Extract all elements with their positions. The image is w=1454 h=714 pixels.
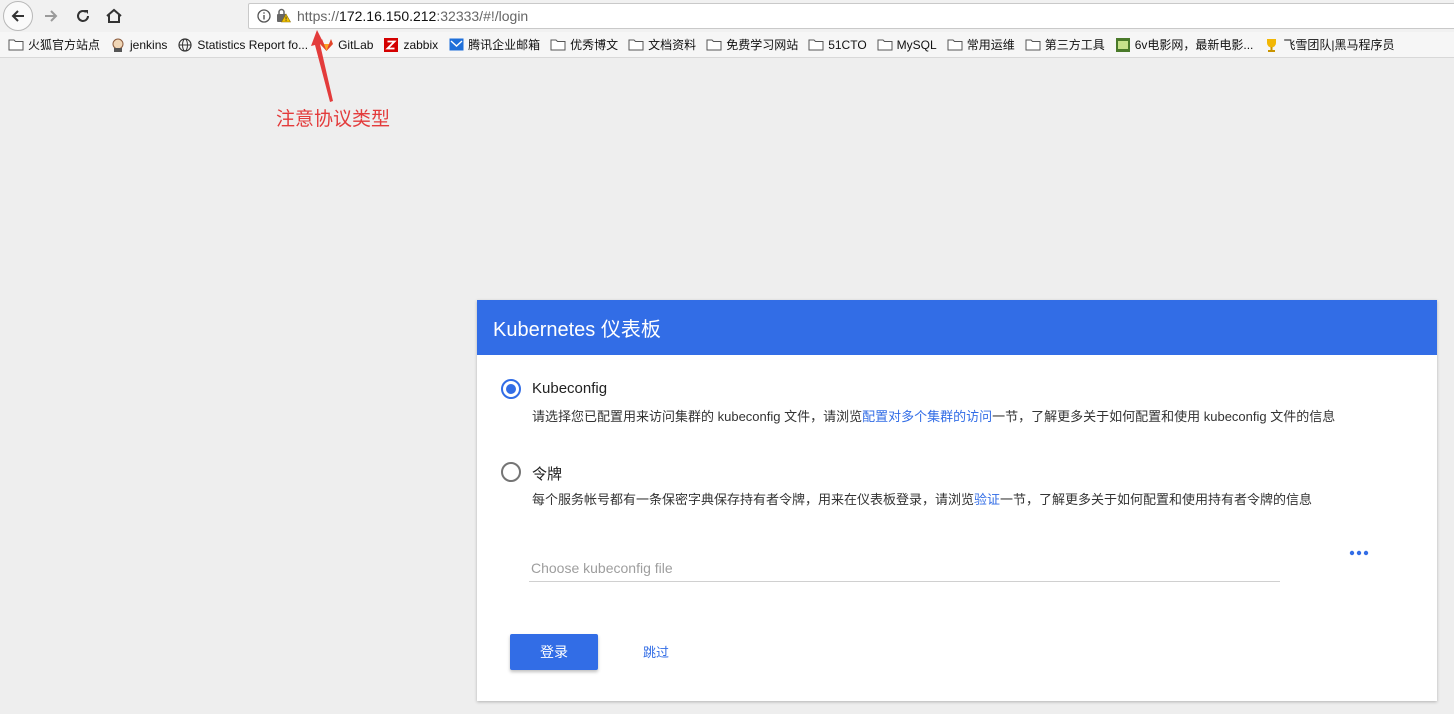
bookmark-item[interactable]: 文档资料 [628, 36, 696, 53]
url-path: :32333/#!/login [436, 8, 529, 24]
jenkins-icon [110, 38, 126, 52]
url-host: 172.16.150.212 [339, 8, 437, 24]
token-help-link[interactable]: 验证 [974, 492, 1000, 507]
folder-icon [628, 38, 644, 52]
bookmark-item[interactable]: 第三方工具 [1025, 36, 1105, 53]
address-bar[interactable]: https://172.16.150.212:32333/#!/login [248, 3, 1454, 29]
bookmark-label: 飞雪团队|黑马程序员 [1283, 38, 1395, 52]
folder-icon [550, 38, 566, 52]
folder-icon [8, 38, 24, 52]
bookmark-item[interactable]: zabbix [383, 37, 439, 52]
arrow-right-icon [45, 10, 58, 22]
token-desc-text-end: 一节，了解更多关于如何配置和使用持有者令牌的信息 [1000, 492, 1313, 507]
token-radio[interactable] [501, 462, 521, 482]
kubeconfig-file-input[interactable] [529, 550, 1280, 582]
login-card: Kubernetes 仪表板 Kubeconfig 请选择您已配置用来访问集群的… [477, 300, 1437, 701]
bookmark-label: GitLab [338, 37, 374, 52]
bookmarks-bar: 火狐官方站点 jenkins Statistics Report fo... GitL… [0, 32, 1454, 58]
mail-icon [448, 38, 464, 52]
back-button[interactable] [3, 1, 33, 31]
bookmark-label: zabbix [403, 37, 439, 52]
forward-button[interactable] [36, 2, 66, 30]
card-title: Kubernetes 仪表板 [477, 300, 1437, 355]
bookmark-item[interactable]: 6v电影网，最新电影... [1115, 36, 1254, 53]
reload-icon [77, 10, 89, 22]
bookmark-label: MySQL [896, 37, 937, 52]
folder-icon [877, 38, 893, 52]
bookmark-label: 免费学习网站 [726, 38, 799, 52]
bookmark-item[interactable]: 优秀博文 [550, 36, 618, 53]
kubeconfig-description: 请选择您已配置用来访问集群的 kubeconfig 文件，请浏览配置对多个集群的… [532, 407, 1392, 426]
home-icon [106, 8, 122, 23]
token-description: 每个服务帐号都有一条保密字典保存持有者令牌，用来在仪表板登录，请浏览验证一节，了… [532, 490, 1392, 509]
bookmark-label: 51CTO [828, 37, 867, 52]
more-horiz-icon [1349, 550, 1369, 556]
skip-button[interactable]: 跳过 [637, 641, 675, 662]
bookmark-item[interactable]: MySQL [877, 38, 937, 52]
bookmark-label: 文档资料 [648, 38, 697, 52]
bookmark-label: 第三方工具 [1044, 38, 1105, 52]
login-button[interactable]: 登录 [510, 634, 598, 670]
kubeconfig-desc-text: 请选择您已配置用来访问集群的 kubeconfig 文件，请浏览 [532, 409, 863, 424]
folder-icon [706, 38, 722, 52]
bookmark-label: 腾讯企业邮箱 [468, 38, 541, 52]
kubeconfig-radio[interactable] [501, 379, 521, 399]
bookmark-label: jenkins [130, 37, 168, 52]
kubeconfig-help-link[interactable]: 配置对多个集群的访问 [862, 409, 992, 424]
kubeconfig-label: Kubeconfig [532, 380, 608, 397]
bookmark-item[interactable]: 火狐官方站点 [8, 36, 100, 53]
browser-nav-bar: https://172.16.150.212:32333/#!/login [0, 0, 1454, 32]
folder-icon [1025, 38, 1041, 52]
bookmark-item[interactable]: Statistics Report fo... [177, 38, 308, 52]
token-desc-text: 每个服务帐号都有一条保密字典保存持有者令牌，用来在仪表板登录，请浏览 [532, 492, 975, 507]
bookmark-item[interactable]: 常用运维 [947, 36, 1015, 53]
annotation-arrow-icon [311, 30, 333, 102]
url-scheme: https:// [297, 8, 340, 24]
annotation-text: 注意协议类型 [276, 109, 391, 130]
insecure-lock-icon[interactable] [275, 8, 291, 24]
url-text: https://172.16.150.212:32333/#!/login [297, 8, 528, 24]
folder-icon [808, 38, 824, 52]
bookmark-label: 优秀博文 [570, 38, 619, 52]
bookmark-item[interactable]: 免费学习网站 [706, 36, 798, 53]
globe-icon [177, 37, 193, 52]
reload-button[interactable] [68, 2, 98, 30]
bookmark-item[interactable]: jenkins [110, 38, 167, 52]
info-icon[interactable] [257, 9, 271, 23]
arrow-left-icon [11, 10, 24, 22]
home-button[interactable] [99, 2, 129, 30]
token-label: 令牌 [532, 466, 563, 483]
file-chooser-button[interactable] [1345, 544, 1373, 562]
movie-icon [1115, 37, 1131, 52]
zabbix-icon [383, 37, 399, 52]
bookmark-label: 6v电影网，最新电影... [1134, 38, 1254, 52]
bookmark-label: 常用运维 [966, 38, 1015, 52]
kubeconfig-desc-text-end: 一节，了解更多关于如何配置和使用 kubeconfig 文件的信息 [992, 409, 1336, 424]
trophy-icon [1263, 38, 1279, 52]
bookmark-item[interactable]: 腾讯企业邮箱 [448, 36, 540, 53]
bookmark-item[interactable]: 飞雪团队|黑马程序员 [1263, 36, 1395, 53]
bookmark-label: Statistics Report fo... [197, 37, 309, 52]
bookmark-label: 火狐官方站点 [28, 38, 101, 52]
bookmark-item[interactable]: 51CTO [808, 37, 867, 52]
folder-icon [947, 38, 963, 52]
